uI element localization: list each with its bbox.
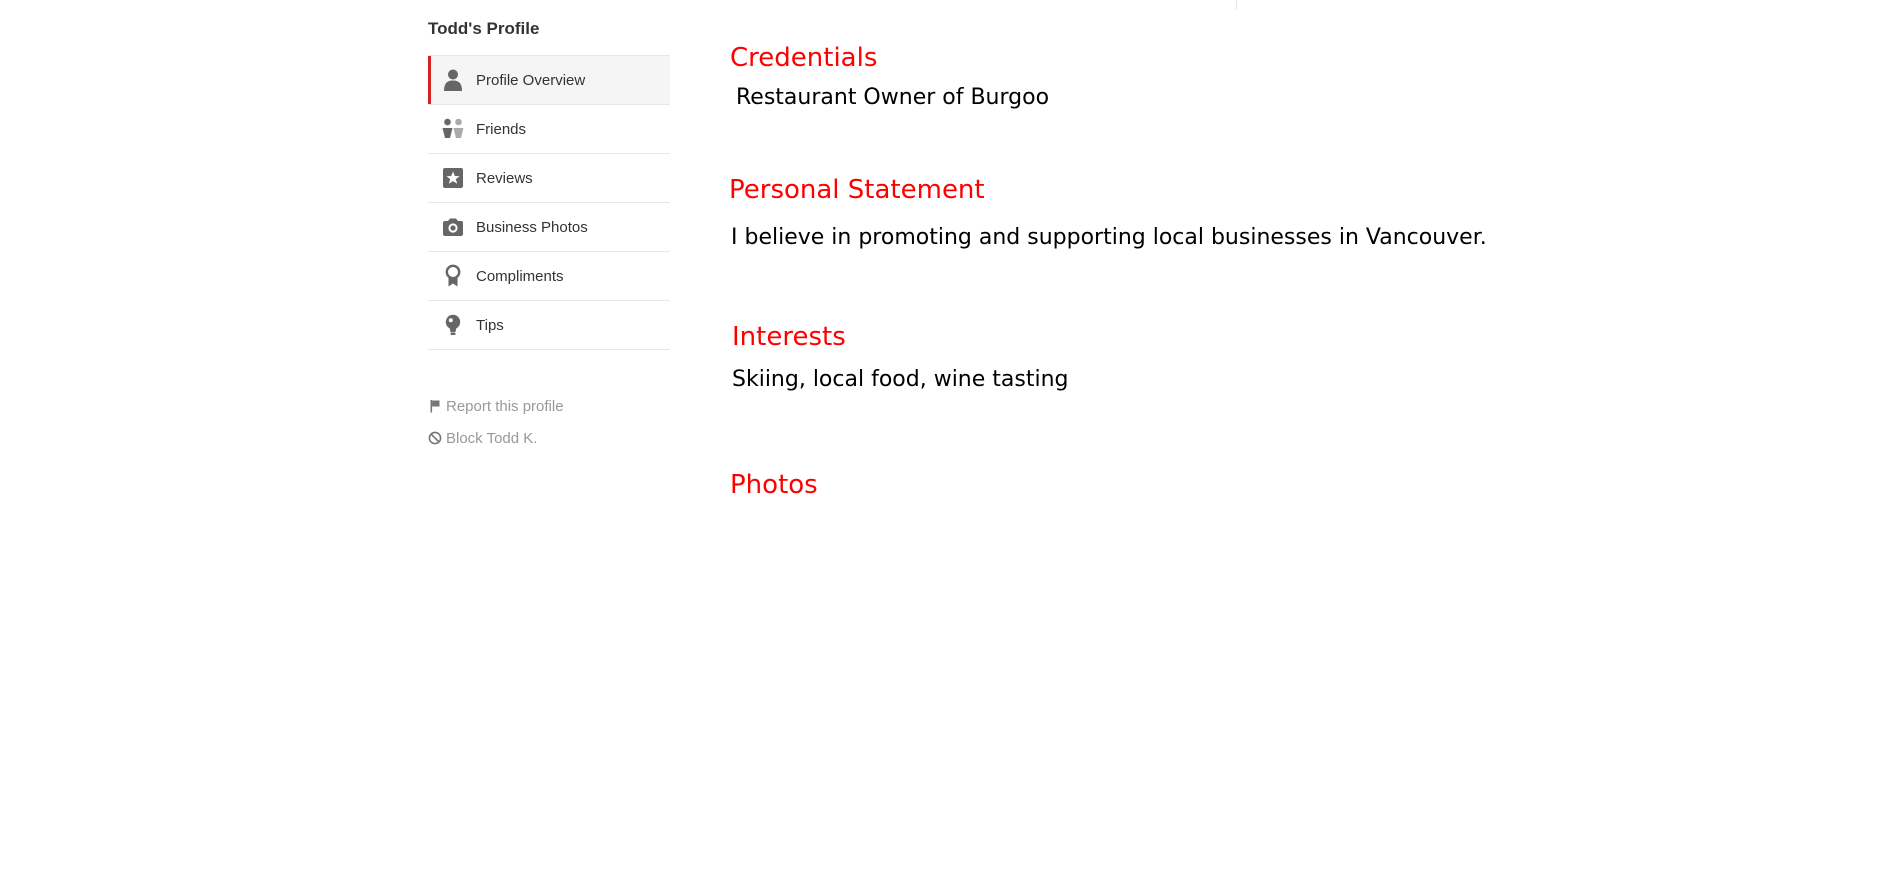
flag-icon <box>428 399 442 413</box>
star-icon <box>441 166 465 190</box>
interests-text: Skiing, local food, wine tasting <box>732 367 1069 392</box>
report-profile-link[interactable]: Report this profile <box>428 396 564 416</box>
profile-actions: Report this profile Block Todd K. <box>428 396 564 460</box>
sidebar-item-label: Profile Overview <box>476 71 586 89</box>
report-profile-label: Report this profile <box>446 397 564 415</box>
personal-statement-heading: Personal Statement <box>729 175 985 205</box>
lightbulb-icon <box>441 313 465 337</box>
sidebar-item-friends[interactable]: Friends <box>428 105 670 154</box>
block-user-link[interactable]: Block Todd K. <box>428 428 564 448</box>
sidebar-item-label: Friends <box>476 120 527 138</box>
sidebar-title: Todd's Profile <box>428 19 540 38</box>
sidebar-item-reviews[interactable]: Reviews <box>428 154 670 203</box>
interests-heading: Interests <box>732 322 846 352</box>
sidebar-item-business-photos[interactable]: Business Photos <box>428 203 670 252</box>
camera-icon <box>441 215 465 239</box>
block-icon <box>428 431 442 445</box>
block-user-label: Block Todd K. <box>446 429 538 447</box>
photos-heading: Photos <box>730 470 818 500</box>
profile-nav: Profile Overview Friends Reviews Busines… <box>428 55 670 350</box>
sidebar-item-profile-overview[interactable]: Profile Overview <box>428 56 670 105</box>
top-divider <box>1236 0 1237 10</box>
sidebar-item-tips[interactable]: Tips <box>428 301 670 350</box>
person-icon <box>441 68 465 92</box>
credentials-heading: Credentials <box>730 43 878 73</box>
sidebar-item-label: Business Photos <box>476 218 588 236</box>
sidebar-item-label: Tips <box>476 316 504 334</box>
sidebar-item-compliments[interactable]: Compliments <box>428 252 670 301</box>
award-icon <box>441 264 465 288</box>
sidebar-item-label: Reviews <box>476 169 533 187</box>
personal-statement-text: I believe in promoting and supporting lo… <box>731 225 1487 250</box>
credentials-text: Restaurant Owner of Burgoo <box>736 85 1050 110</box>
sidebar-item-label: Compliments <box>476 267 564 285</box>
friends-icon <box>441 117 465 141</box>
